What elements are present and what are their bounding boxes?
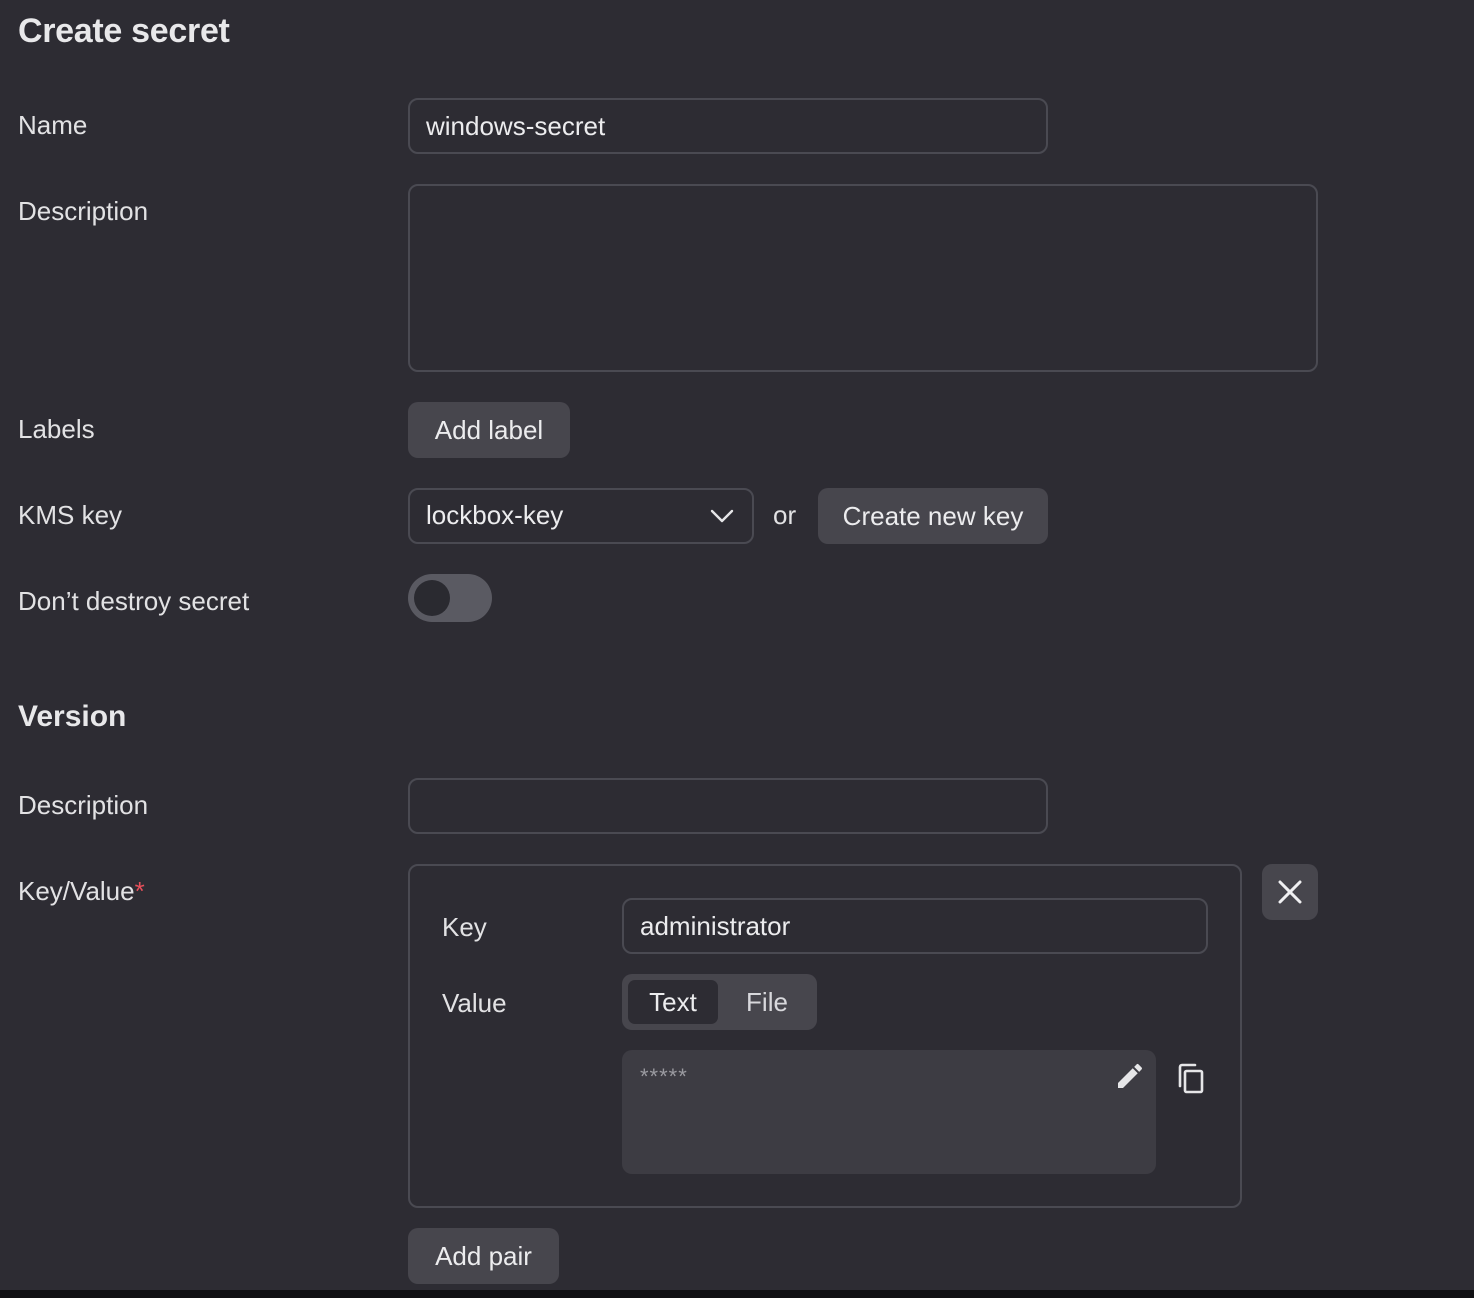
add-pair-button[interactable]: Add pair xyxy=(408,1228,559,1284)
copy-icon[interactable] xyxy=(1176,1062,1206,1096)
description-label: Description xyxy=(18,196,149,226)
pencil-icon[interactable] xyxy=(1114,1060,1146,1092)
masked-secret-value: ***** xyxy=(640,1064,688,1089)
pair-key-label: Key xyxy=(442,912,487,942)
version-description-label: Description xyxy=(18,790,149,820)
window-bottom-edge xyxy=(0,1290,1474,1298)
create-secret-page: Create secret Name Description Labels Ad… xyxy=(0,0,1474,1290)
value-type-text-tab[interactable]: Text xyxy=(628,980,718,1024)
add-label-button[interactable]: Add label xyxy=(408,402,570,458)
value-type-switch: Text File xyxy=(622,974,817,1030)
dont-destroy-label: Don’t destroy secret xyxy=(18,586,250,616)
value-type-file-tab[interactable]: File xyxy=(722,980,812,1024)
kms-key-label: KMS key xyxy=(18,500,123,530)
or-separator: or xyxy=(773,500,797,530)
description-textarea[interactable] xyxy=(408,184,1318,372)
toggle-knob xyxy=(414,580,450,616)
remove-pair-button[interactable] xyxy=(1262,864,1318,920)
version-section-title: Version xyxy=(18,700,127,733)
create-new-key-button[interactable]: Create new key xyxy=(818,488,1048,544)
key-value-label-text: Key/Value xyxy=(18,876,135,906)
key-value-label: Key/Value* xyxy=(18,876,145,906)
kms-key-selected-value: lockbox-key xyxy=(426,500,564,530)
kms-key-select[interactable]: lockbox-key xyxy=(408,488,754,544)
page-title: Create secret xyxy=(18,12,230,50)
required-mark: * xyxy=(134,876,145,906)
name-input[interactable] xyxy=(408,98,1048,154)
close-icon xyxy=(1278,880,1302,904)
secret-value-field[interactable]: ***** xyxy=(622,1050,1156,1174)
version-description-input[interactable] xyxy=(408,778,1048,834)
chevron-down-icon xyxy=(710,509,734,523)
pair-key-input[interactable] xyxy=(622,898,1208,954)
labels-label: Labels xyxy=(18,414,95,444)
name-label: Name xyxy=(18,110,88,140)
pair-value-label: Value xyxy=(442,988,507,1018)
dont-destroy-toggle[interactable] xyxy=(408,574,492,622)
